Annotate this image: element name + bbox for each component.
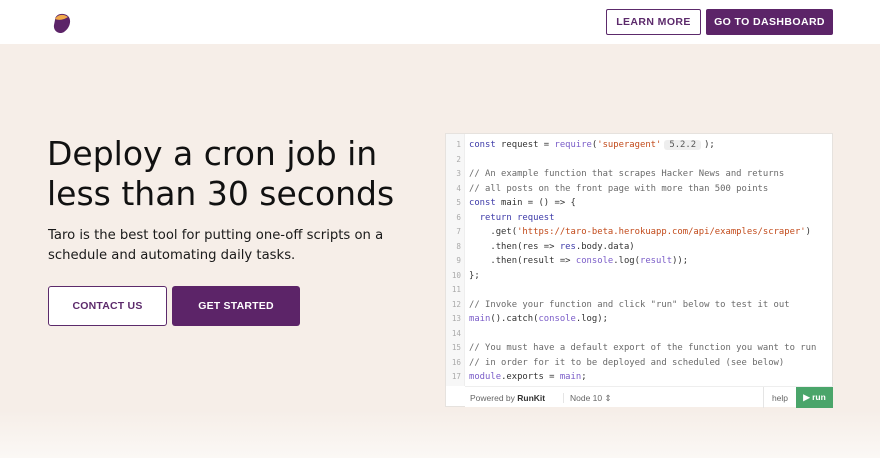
help-button[interactable]: help (763, 387, 796, 408)
powered-by-label: Powered by RunKit (470, 393, 546, 403)
learn-more-button[interactable]: LEARN MORE (606, 9, 701, 35)
code-line: 12// Invoke your function and click "run… (451, 299, 790, 310)
contact-us-button[interactable]: CONTACT US (48, 286, 167, 326)
taro-logo-icon[interactable] (51, 10, 73, 34)
code-line: 2 (456, 154, 461, 164)
code-line: 6 return request (456, 212, 555, 223)
code-line: 14 (451, 328, 461, 338)
bottom-fade (0, 410, 880, 458)
top-nav-bar: LEARN MORE GO TO DASHBOARD (0, 0, 880, 44)
code-line: 3// An example function that scrapes Hac… (456, 169, 785, 179)
code-editor[interactable]: 1 const request = require('superagent' 5.2… (445, 133, 834, 408)
code-line: 5 const main = () => { (456, 198, 576, 208)
hero-title: Deploy a cron job in less than 30 second… (47, 134, 395, 213)
get-started-button[interactable]: GET STARTED (172, 286, 300, 326)
node-version-select[interactable]: Node 10 ⇕ (563, 393, 612, 403)
hero-subtitle: Taro is the best tool for putting one-of… (48, 228, 384, 263)
code-line: 11 (451, 285, 461, 294)
code-line: 10}; (451, 270, 480, 281)
code-line: 1 const request = require('superagent' 5.2… (456, 140, 715, 150)
code-line: 8 .then(res => res.body.data) (456, 241, 635, 252)
code-line: 4// all posts on the front page with mor… (456, 183, 769, 194)
code-line: 16// in order for it to be deployed and … (451, 357, 785, 368)
runkit-link[interactable]: RunKit (517, 393, 545, 403)
code-line: 9 .then(result => console.log(result)); (456, 256, 689, 266)
version-badge[interactable]: 5.2.2 (664, 140, 702, 150)
editor-footer: Powered by RunKit Node 10 ⇕ help ▶ run (465, 386, 833, 408)
code-line: 15// You must have a default export of t… (451, 343, 817, 353)
code-line: 17 module.exports = main; (451, 372, 587, 382)
code-lines[interactable]: 1 const request = require('superagent' 5.2… (446, 138, 834, 385)
code-line: 13 main().catch(console.log); (451, 314, 608, 324)
go-to-dashboard-button[interactable]: GO TO DASHBOARD (706, 9, 833, 35)
code-line: 7 .get('https://taro-beta.herokuapp.com/… (456, 227, 811, 237)
run-button[interactable]: ▶ run (796, 387, 833, 408)
